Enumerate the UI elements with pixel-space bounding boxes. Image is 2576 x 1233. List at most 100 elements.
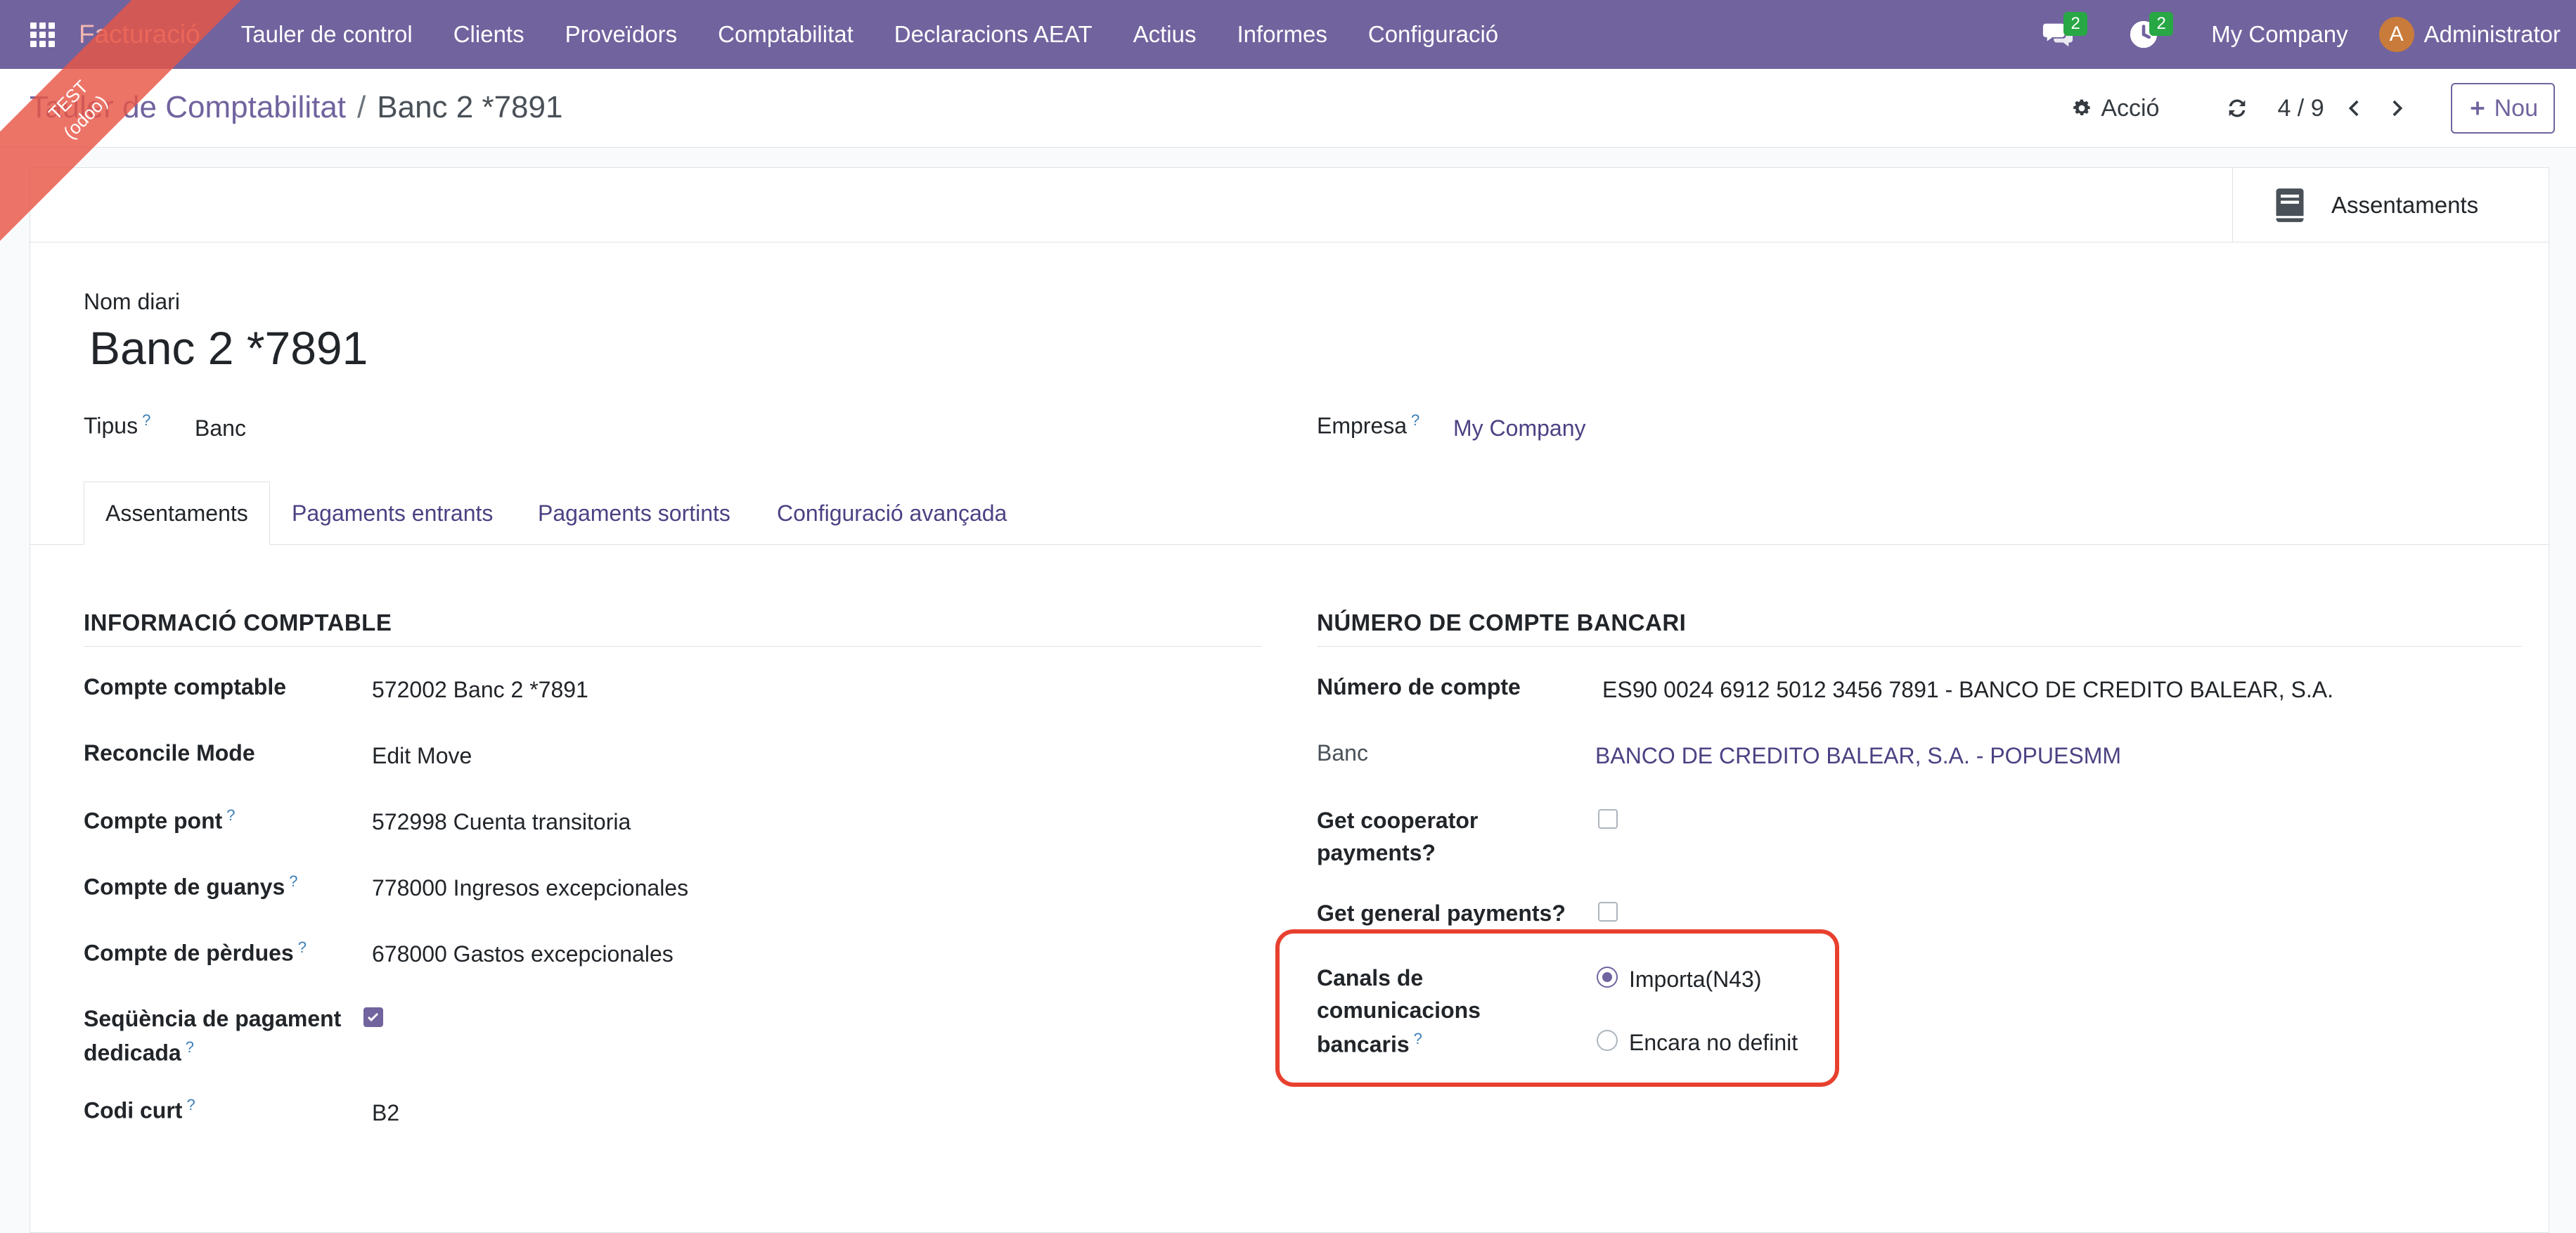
gear-icon <box>2073 99 2091 115</box>
type-label: Tipus? <box>84 411 150 439</box>
bank-field[interactable]: BANCO DE CREDITO BALEAR, S.A. - POPUESMM <box>1595 743 2121 769</box>
bridge-account-field[interactable]: 572998 Cuenta transitoria <box>372 809 631 835</box>
bridge-help-icon[interactable]: ? <box>226 806 235 824</box>
systray: 2 2 My Company A Administrator <box>2040 0 2561 69</box>
type-field[interactable]: Banc <box>195 415 246 441</box>
account-label: Compte comptable <box>84 674 287 699</box>
profit-help-icon[interactable]: ? <box>289 872 297 890</box>
loss-account-label-text: Compte de pèrdues <box>84 940 294 966</box>
account-number-label: Número de compte <box>1317 674 1521 699</box>
radio-undefined[interactable] <box>1597 1030 1618 1051</box>
general-payments-checkbox[interactable] <box>1598 902 1618 922</box>
new-button[interactable]: Nou <box>2450 83 2555 134</box>
action-button[interactable]: Acció <box>2071 95 2159 122</box>
chevron-left-icon[interactable] <box>2343 96 2366 120</box>
company-field[interactable]: My Company <box>1453 415 1586 441</box>
tab-outgoing-payments[interactable]: Pagaments sortints <box>538 482 730 545</box>
short-code-label: Codi curt? <box>84 1096 195 1124</box>
profit-account-label: Compte de guanys? <box>84 872 298 900</box>
menu-item-accounting[interactable]: Comptabilitat <box>718 21 854 48</box>
general-payments-label: Get general payments? <box>1317 900 1566 926</box>
pager-value[interactable]: 4 / 9 <box>2277 95 2324 122</box>
tab-journal-entries[interactable]: Assentaments <box>84 482 270 546</box>
menu-item-assets[interactable]: Actius <box>1133 21 1197 48</box>
refresh-icon[interactable] <box>2225 96 2249 120</box>
dedicated-sequence-label-2: dedicada <box>84 1040 181 1066</box>
new-label: Nou <box>2494 94 2538 122</box>
bank-account-title: NÚMERO DE COMPTE BANCARI <box>1317 609 2522 647</box>
tab-advanced-settings[interactable]: Configuració avançada <box>777 482 1007 545</box>
accounting-info-title: INFORMACIÓ COMPTABLE <box>84 609 1262 647</box>
top-navbar: Facturació Tauler de control Clients Pro… <box>0 0 2576 69</box>
radio-undefined-label[interactable]: Encara no definit <box>1629 1030 1798 1056</box>
smart-button-label: Assentaments <box>2331 192 2479 218</box>
menu-item-reports[interactable]: Informes <box>1237 21 1327 48</box>
radio-import-n43-label[interactable]: Importa(N43) <box>1629 967 1762 993</box>
control-panel: Tauler de Comptabilitat / Banc 2 *7891 A… <box>0 69 2576 148</box>
cooperator-payments-checkbox[interactable] <box>1598 809 1618 829</box>
control-actions: Acció 4 / 9 Nou <box>2071 83 2555 134</box>
menu-item-configuration[interactable]: Configuració <box>1368 21 1498 48</box>
company-label: Empresa? <box>1317 411 1419 439</box>
menu-item-dashboard[interactable]: Tauler de control <box>241 21 413 48</box>
main-menu: Tauler de control Clients Proveïdors Com… <box>241 21 1498 48</box>
user-menu[interactable]: A Administrator <box>2378 17 2561 52</box>
dedicated-sequence-label-2-wrap: dedicada? <box>84 1038 194 1066</box>
bank-channels-label-2: comunicacions <box>1317 998 1481 1023</box>
app-brand[interactable]: Facturació <box>79 20 200 49</box>
smart-button-box: Assentaments <box>30 168 2549 243</box>
loss-account-label: Compte de pèrdues? <box>84 938 307 967</box>
chevron-right-icon[interactable] <box>2385 96 2409 120</box>
activities-clock-icon[interactable]: 2 <box>2125 12 2174 53</box>
bridge-account-label: Compte pont? <box>84 806 236 834</box>
short-code-label-text: Codi curt <box>84 1097 183 1123</box>
bank-channels-label-3-wrap: bancaris? <box>1317 1030 1422 1058</box>
app-grid-icon[interactable] <box>28 20 56 49</box>
dedicated-sequence-label-1: Seqüència de pagament <box>84 1006 342 1031</box>
loss-account-field[interactable]: 678000 Gastos excepcionales <box>372 941 674 967</box>
user-name: Administrator <box>2423 21 2561 47</box>
menu-item-customers[interactable]: Clients <box>453 21 524 48</box>
journal-entries-smart-button[interactable]: Assentaments <box>2232 168 2549 243</box>
activities-badge: 2 <box>2149 12 2174 36</box>
journal-name-field[interactable]: Banc 2 *7891 <box>89 321 368 375</box>
messages-icon[interactable]: 2 <box>2040 12 2088 53</box>
short-code-field[interactable]: B2 <box>372 1100 399 1126</box>
notebook-tabs: Assentaments Pagaments entrants Pagament… <box>30 482 2549 546</box>
breadcrumb-parent[interactable]: Tauler de Comptabilitat <box>30 90 346 125</box>
bridge-account-label-text: Compte pont <box>84 808 223 834</box>
plus-icon <box>2471 101 2484 115</box>
dedicated-sequence-checkbox[interactable] <box>363 1007 383 1027</box>
form-sheet: Assentaments Nom diari Banc 2 *7891 Tipu… <box>30 167 2549 1233</box>
bank-label: Banc <box>1317 740 1368 766</box>
breadcrumb-separator: / <box>357 90 366 124</box>
profit-account-field[interactable]: 778000 Ingresos excepcionales <box>372 875 688 901</box>
pager: 4 / 9 <box>2225 95 2408 122</box>
company-switcher[interactable]: My Company <box>2211 21 2348 48</box>
account-field[interactable]: 572002 Banc 2 *7891 <box>372 677 588 703</box>
loss-help-icon[interactable]: ? <box>298 938 307 956</box>
menu-item-vendors[interactable]: Proveïdors <box>565 21 678 48</box>
type-label-text: Tipus <box>84 413 139 439</box>
reconcile-mode-label: Reconcile Mode <box>84 740 255 766</box>
account-number-field[interactable]: ES90 0024 6912 5012 3456 7891 - BANCO DE… <box>1602 677 2333 703</box>
type-help-icon[interactable]: ? <box>142 411 150 429</box>
reconcile-mode-field[interactable]: Edit Move <box>372 743 472 769</box>
breadcrumb: Tauler de Comptabilitat / Banc 2 *7891 <box>30 90 562 125</box>
breadcrumb-current: Banc 2 *7891 <box>377 90 563 124</box>
messages-badge: 2 <box>2063 12 2088 36</box>
profit-account-label-text: Compte de guanys <box>84 874 285 900</box>
bank-channels-label-1: Canals de <box>1317 965 1424 990</box>
code-help-icon[interactable]: ? <box>186 1096 195 1113</box>
action-label: Acció <box>2101 94 2160 122</box>
channels-help-icon[interactable]: ? <box>1414 1030 1422 1047</box>
sequence-help-icon[interactable]: ? <box>186 1038 194 1056</box>
company-help-icon[interactable]: ? <box>1411 411 1419 429</box>
radio-import-n43[interactable] <box>1597 967 1618 988</box>
menu-item-aeat[interactable]: Declaracions AEAT <box>894 21 1093 48</box>
tab-incoming-payments[interactable]: Pagaments entrants <box>292 482 493 545</box>
check-icon <box>367 1012 379 1022</box>
cooperator-payments-label-2: payments? <box>1317 840 1436 865</box>
journal-name-label: Nom diari <box>84 289 180 314</box>
bank-channels-label-3: bancaris <box>1317 1031 1410 1057</box>
